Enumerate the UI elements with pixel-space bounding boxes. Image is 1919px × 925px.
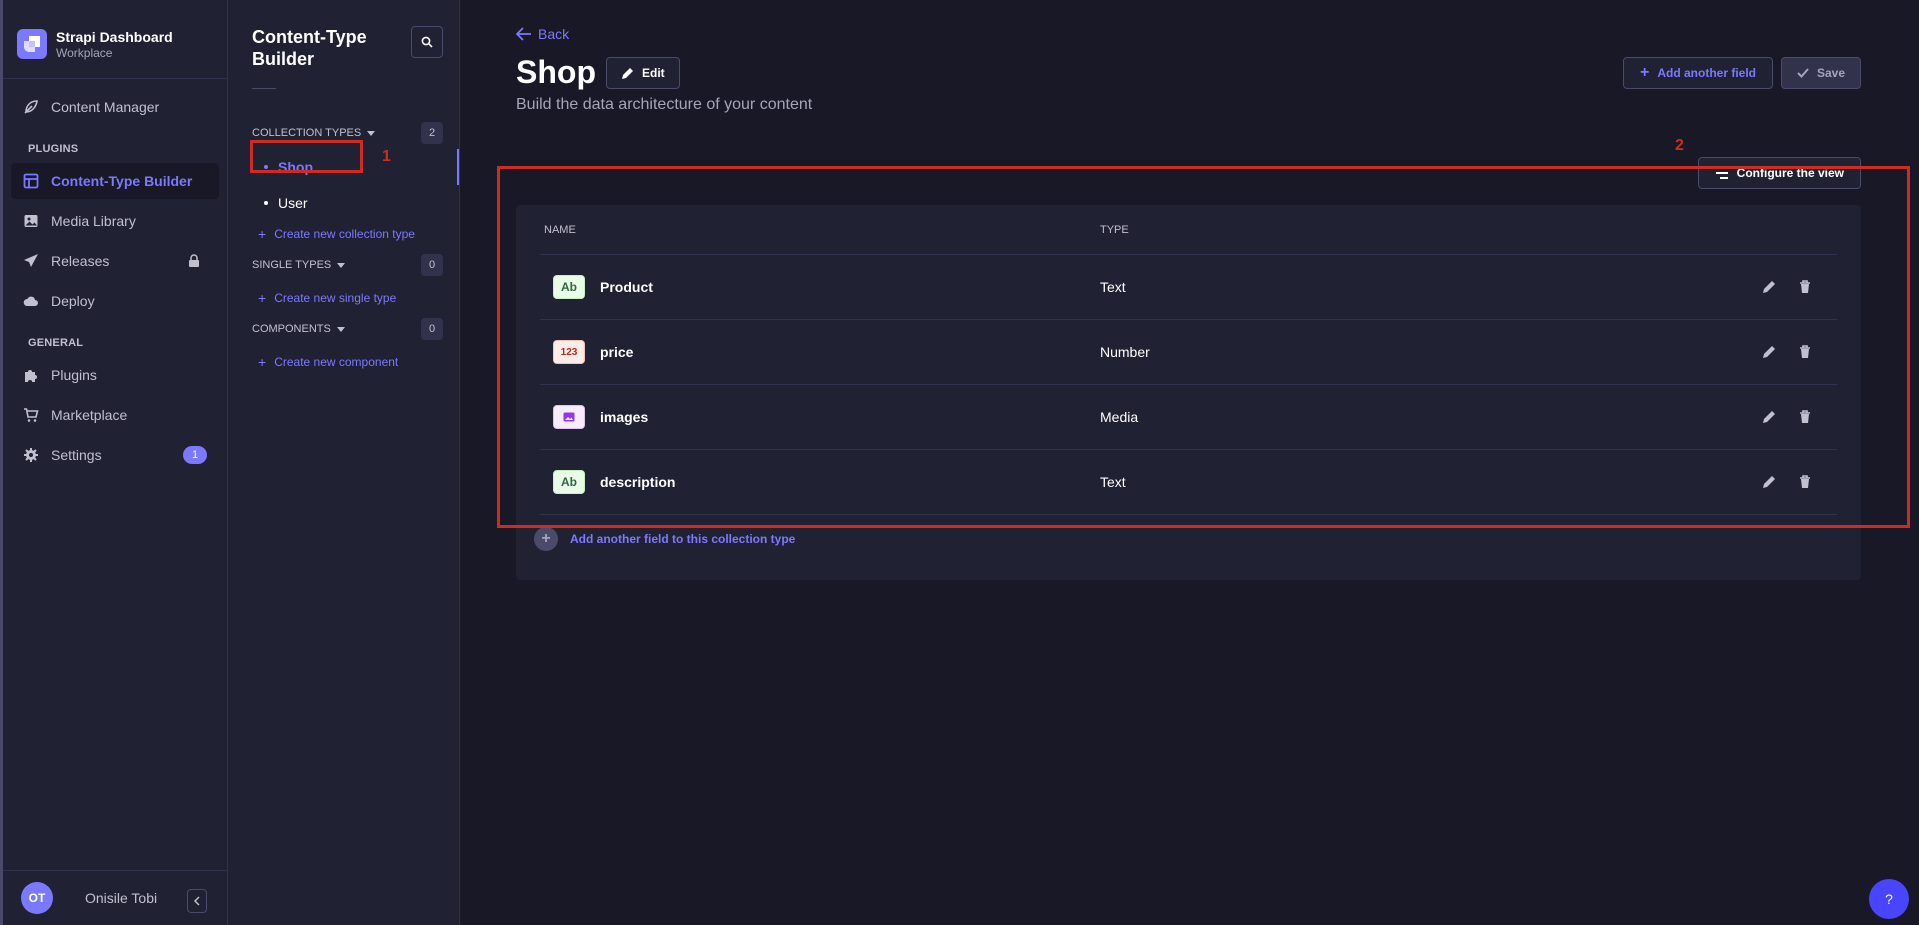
add-field-to-collection-link[interactable]: + Add another field to this collection t… [534,527,795,551]
back-link[interactable]: Back [516,26,569,42]
nav-label: Settings [51,447,102,463]
nav-label: Content-Type Builder [51,173,193,189]
save-label: Save [1816,66,1846,80]
pencil-icon [622,67,633,79]
main-nav: Strapi Dashboard Workplace Content Manag… [0,0,228,925]
image-icon [23,213,39,229]
nav-label: Releases [51,253,110,269]
add-another-field-button[interactable]: + Add another field [1622,57,1773,89]
subnav-item-label: User [278,195,308,211]
plus-icon: + [1639,64,1650,81]
cart-icon [23,407,39,423]
highlight-box-2 [497,166,1910,528]
subnav-item-user[interactable]: User [228,185,459,221]
nav-label: Media Library [51,213,136,229]
nav-item-releases[interactable]: Releases [11,243,219,279]
nav-section-plugins: PLUGINS [28,143,79,155]
add-field-label: Add another field [1657,66,1756,80]
add-field-to-collection-label: Add another field to this collection typ… [570,532,796,546]
save-button[interactable]: Save [1781,57,1861,89]
nav-label: Marketplace [51,407,128,423]
plus-icon: + [258,354,267,370]
nav-label: Deploy [51,293,95,309]
highlight-box-1 [250,140,363,173]
check-icon [1797,68,1809,78]
arrow-left-icon [516,27,531,41]
brand-title: Strapi Dashboard [56,28,173,45]
create-label: Create new component [274,355,399,369]
single-types-label: SINGLE TYPES [252,259,332,271]
lock-icon [189,254,199,267]
settings-badge: 1 [183,446,207,464]
single-types-count: 0 [421,254,443,276]
sub-nav: Content-Type Builder COLLECTION TYPES 2 … [228,0,460,925]
components-header[interactable]: COMPONENTS 0 [228,317,459,341]
gear-icon [23,447,39,463]
highlight-marker-2: 2 [1675,137,1684,154]
strapi-logo-icon [17,29,47,59]
user-name: Onisile Tobi [85,890,158,906]
paper-plane-icon [23,253,39,269]
feather-icon [23,99,39,115]
plus-icon: + [258,290,267,306]
nav-item-deploy[interactable]: Deploy [11,283,219,319]
create-label: Create new single type [274,291,397,305]
chevron-left-icon [193,896,200,906]
back-label: Back [538,26,570,42]
create-label: Create new collection type [274,227,415,241]
bullet-icon [264,201,268,205]
nav-item-content-type-builder[interactable]: Content-Type Builder [11,163,219,199]
components-count: 0 [421,318,443,340]
edit-label: Edit [642,66,665,80]
puzzle-icon [23,367,39,383]
single-types-header[interactable]: SINGLE TYPES 0 [228,253,459,277]
caret-down-icon [367,130,376,136]
create-single-type-link[interactable]: + Create new single type [228,285,459,311]
nav-divider [3,78,227,79]
nav-section-general: GENERAL [28,337,84,349]
nav-item-media-library[interactable]: Media Library [11,203,219,239]
caret-down-icon [336,326,345,332]
collection-types-count: 2 [421,122,443,144]
create-collection-type-link[interactable]: + Create new collection type [228,221,459,247]
search-button[interactable] [411,26,443,58]
brand-subtitle: Workplace [56,45,113,60]
user-bar[interactable]: OT Onisile Tobi [3,870,227,925]
nav-label: Plugins [51,367,97,383]
layout-icon [23,173,39,189]
subnav-title: Content-Type Builder [252,27,367,69]
highlight-marker-1: 1 [382,148,391,165]
components-label: COMPONENTS [252,323,331,335]
collection-types-label: COLLECTION TYPES [252,127,362,139]
page-subtitle: Build the data architecture of your cont… [516,96,813,113]
nav-item-plugins[interactable]: Plugins [11,357,219,393]
nav-item-settings[interactable]: Settings 1 [11,437,219,473]
help-button[interactable]: ? [1869,879,1909,919]
caret-down-icon [337,262,346,268]
brand: Strapi Dashboard Workplace [3,0,227,70]
plus-icon: + [258,226,267,242]
avatar: OT [21,882,53,914]
cloud-icon [23,293,39,309]
create-component-link[interactable]: + Create new component [228,349,459,375]
search-icon [421,36,433,48]
collapse-nav-button[interactable] [187,889,207,913]
nav-item-content-manager[interactable]: Content Manager [11,89,219,125]
nav-item-marketplace[interactable]: Marketplace [11,397,219,433]
edit-button[interactable]: Edit [606,57,680,89]
plus-circle-icon: + [534,527,558,551]
nav-label: Content Manager [51,99,160,115]
page-title: Shop [516,54,596,90]
